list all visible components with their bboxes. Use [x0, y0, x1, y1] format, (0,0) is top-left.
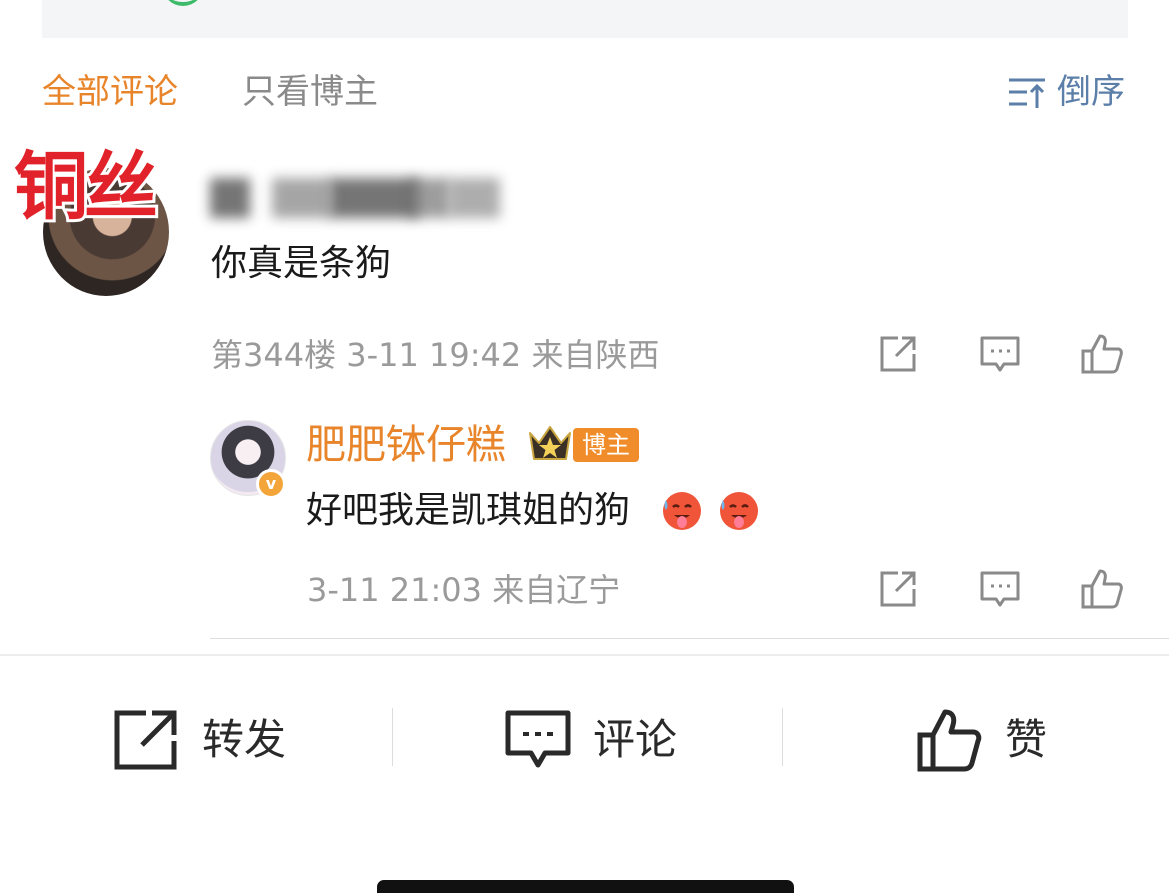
bottom-action-bar: 转发 评论 赞 [0, 700, 1169, 780]
repost-icon [880, 336, 916, 372]
overlay-caption: 铜丝 [11, 141, 161, 233]
reply-author-name[interactable]: 肥肥钵仔糕 [306, 421, 506, 469]
hot-face-emoji-icon [663, 492, 701, 530]
comment-button[interactable] [976, 330, 1024, 378]
thumbs-up-icon [1081, 334, 1123, 374]
bottom-repost-button[interactable]: 转发 [112, 700, 286, 780]
reply-like-button[interactable] [1078, 565, 1126, 613]
reply-repost-button[interactable] [874, 565, 922, 613]
sort-label: 倒序 [1057, 72, 1125, 112]
bottom-like-button[interactable]: 赞 [915, 700, 1047, 780]
comment-meta: 第344楼 3-11 19:42 来自陕西 [211, 336, 660, 374]
blogger-badge: 博主 [573, 428, 639, 462]
verified-badge-icon: v [256, 469, 286, 499]
bottom-bar-separator [392, 708, 393, 766]
bottom-bar-divider [0, 654, 1169, 656]
sort-toggle[interactable]: 倒序 [1007, 72, 1125, 112]
bottom-bar-separator [782, 708, 783, 766]
reply-actions [874, 565, 1126, 613]
repost-icon [880, 571, 916, 607]
repost-label: 转发 [202, 715, 287, 764]
thumbs-up-icon [917, 709, 982, 772]
sort-icon [1009, 78, 1045, 108]
previous-post-card [42, 0, 1128, 38]
bottom-comment-button[interactable]: 评论 [503, 700, 677, 780]
like-button[interactable] [1078, 330, 1126, 378]
comment-text: 你真是条狗 [211, 243, 392, 284]
loading-arc-icon [162, 0, 204, 6]
comment-icon [505, 710, 571, 768]
comment-icon [980, 571, 1020, 607]
repost-button[interactable] [874, 330, 922, 378]
thumbs-up-icon [1081, 569, 1123, 609]
hot-face-emoji-icon [720, 492, 758, 530]
home-indicator[interactable] [377, 880, 794, 893]
like-label: 赞 [1005, 715, 1048, 764]
comment-tabs: 全部评论 只看博主 倒序 [0, 62, 1169, 122]
tab-blogger-only[interactable]: 只看博主 [242, 72, 378, 112]
commenter-name-blurred[interactable] [210, 178, 500, 222]
reply-comment-button[interactable] [976, 565, 1024, 613]
reply-divider [210, 638, 1169, 639]
comment-label: 评论 [593, 715, 678, 764]
repost-icon [114, 710, 177, 770]
reply-text: 好吧我是凯琪姐的狗 [306, 490, 631, 531]
reply-meta: 3-11 21:03 来自辽宁 [307, 571, 621, 609]
crown-icon [529, 426, 571, 460]
comment-icon [980, 336, 1020, 372]
comment-actions [874, 330, 1126, 378]
tab-all-comments[interactable]: 全部评论 [42, 72, 178, 112]
